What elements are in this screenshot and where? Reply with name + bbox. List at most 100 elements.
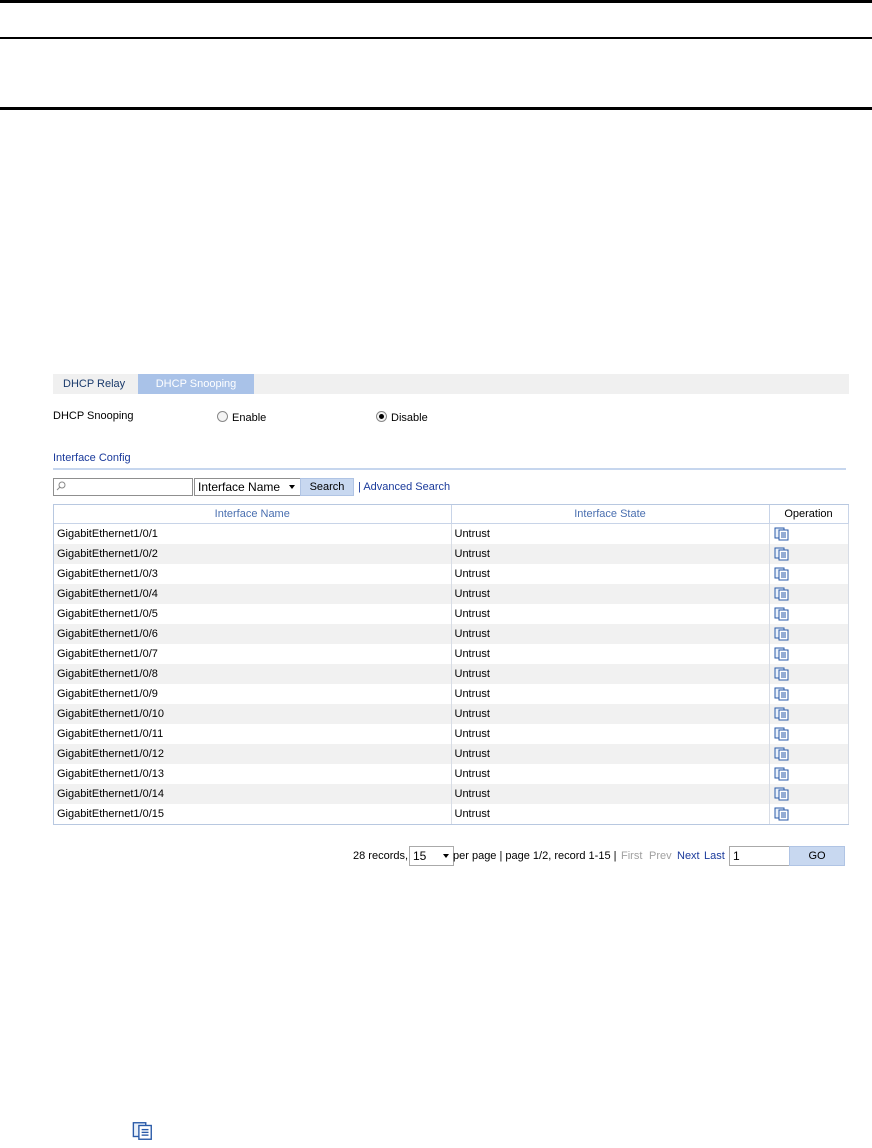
per-page-value: 15 bbox=[413, 849, 427, 863]
interface-name-cell: GigabitEthernet1/0/14 bbox=[54, 784, 452, 804]
table-body: GigabitEthernet1/0/1 Untrust GigabitEthern… bbox=[54, 523, 849, 824]
table-row: GigabitEthernet1/0/13 Untrust bbox=[54, 764, 849, 784]
search-button[interactable]: Search bbox=[300, 478, 354, 496]
column-header-interface-state[interactable]: Interface State bbox=[451, 505, 770, 524]
interface-name-cell: GigabitEthernet1/0/11 bbox=[54, 724, 452, 744]
interface-state-cell: Untrust bbox=[451, 544, 770, 564]
modify-icon[interactable] bbox=[774, 647, 790, 661]
snooping-label: DHCP Snooping bbox=[53, 410, 134, 422]
operation-cell bbox=[769, 764, 849, 784]
interface-name-cell: GigabitEthernet1/0/9 bbox=[54, 684, 452, 704]
search-field-value: Interface Name bbox=[198, 480, 281, 494]
modify-icon[interactable] bbox=[774, 807, 790, 821]
page-info: per page | page 1/2, record 1-15 | bbox=[453, 850, 617, 862]
disable-label: Disable bbox=[391, 412, 428, 424]
modify-icon[interactable] bbox=[774, 527, 790, 541]
interface-state-cell: Untrust bbox=[451, 624, 770, 644]
modify-icon[interactable] bbox=[774, 607, 790, 621]
modify-icon[interactable] bbox=[774, 707, 790, 721]
interface-state-cell: Untrust bbox=[451, 804, 770, 824]
magnifier-icon bbox=[56, 481, 66, 491]
modify-icon[interactable] bbox=[774, 727, 790, 741]
disable-radio[interactable] bbox=[376, 411, 387, 422]
section-interface-config: Interface Config bbox=[53, 452, 846, 470]
operation-cell bbox=[769, 744, 849, 764]
next-page-link[interactable]: Next bbox=[677, 850, 700, 862]
disable-option[interactable]: Disable bbox=[376, 411, 428, 424]
last-page-link[interactable]: Last bbox=[704, 850, 725, 862]
interface-name-cell: GigabitEthernet1/0/4 bbox=[54, 584, 452, 604]
chevron-down-icon bbox=[289, 485, 295, 489]
interface-state-cell: Untrust bbox=[451, 684, 770, 704]
section-title: Interface Config bbox=[53, 452, 131, 464]
table-row: GigabitEthernet1/0/11 Untrust bbox=[54, 724, 849, 744]
go-button[interactable]: GO bbox=[789, 846, 845, 866]
prev-page-link[interactable]: Prev bbox=[649, 850, 672, 862]
table-row: GigabitEthernet1/0/8 Untrust bbox=[54, 664, 849, 684]
interface-name-cell: GigabitEthernet1/0/8 bbox=[54, 664, 452, 684]
top-rule bbox=[0, 0, 872, 3]
modify-icon[interactable] bbox=[774, 767, 790, 781]
search-input[interactable] bbox=[53, 478, 193, 496]
interface-state-cell: Untrust bbox=[451, 764, 770, 784]
table-row: GigabitEthernet1/0/3 Untrust bbox=[54, 564, 849, 584]
column-header-interface-name[interactable]: Interface Name bbox=[54, 505, 452, 524]
interface-state-cell: Untrust bbox=[451, 704, 770, 724]
modify-icon[interactable] bbox=[774, 627, 790, 641]
enable-option[interactable]: Enable bbox=[217, 411, 266, 424]
modify-icon[interactable] bbox=[774, 547, 790, 561]
advanced-search-link[interactable]: | Advanced Search bbox=[358, 481, 450, 493]
modify-icon[interactable] bbox=[774, 787, 790, 801]
table-row: GigabitEthernet1/0/7 Untrust bbox=[54, 644, 849, 664]
interface-name-cell: GigabitEthernet1/0/10 bbox=[54, 704, 452, 724]
table-row: GigabitEthernet1/0/6 Untrust bbox=[54, 624, 849, 644]
tab-dhcp-snooping[interactable]: DHCP Snooping bbox=[138, 374, 254, 394]
table-row: GigabitEthernet1/0/1 Untrust bbox=[54, 523, 849, 544]
dhcp-config-panel: DHCP Relay DHCP Snooping DHCP Snooping E… bbox=[53, 374, 849, 866]
page-number-input[interactable]: 1 bbox=[729, 846, 790, 866]
interface-state-cell: Untrust bbox=[451, 604, 770, 624]
interface-state-cell: Untrust bbox=[451, 564, 770, 584]
tab-dhcp-relay[interactable]: DHCP Relay bbox=[53, 374, 138, 394]
enable-label: Enable bbox=[232, 412, 267, 424]
table-row: GigabitEthernet1/0/2 Untrust bbox=[54, 544, 849, 564]
table-row: GigabitEthernet1/0/10 Untrust bbox=[54, 704, 849, 724]
interface-state-cell: Untrust bbox=[451, 664, 770, 684]
modify-icon[interactable] bbox=[774, 747, 790, 761]
table-row: GigabitEthernet1/0/15 Untrust bbox=[54, 804, 849, 824]
search-field-select[interactable]: Interface Name bbox=[194, 478, 301, 496]
table-row: GigabitEthernet1/0/9 Untrust bbox=[54, 684, 849, 704]
modify-icon[interactable] bbox=[774, 587, 790, 601]
interface-state-cell: Untrust bbox=[451, 523, 770, 544]
enable-radio[interactable] bbox=[217, 411, 228, 422]
modify-icon bbox=[132, 1122, 152, 1140]
interface-state-cell: Untrust bbox=[451, 584, 770, 604]
table-row: GigabitEthernet1/0/5 Untrust bbox=[54, 604, 849, 624]
table-row: GigabitEthernet1/0/12 Untrust bbox=[54, 744, 849, 764]
interface-name-cell: GigabitEthernet1/0/12 bbox=[54, 744, 452, 764]
operation-cell bbox=[769, 624, 849, 644]
snooping-option-row: DHCP Snooping Enable Disable bbox=[53, 410, 849, 426]
interface-name-cell: GigabitEthernet1/0/5 bbox=[54, 604, 452, 624]
modify-icon[interactable] bbox=[774, 667, 790, 681]
operation-cell bbox=[769, 804, 849, 824]
per-page-select[interactable]: 15 bbox=[409, 846, 454, 866]
operation-cell bbox=[769, 544, 849, 564]
search-bar: Interface Name Search | Advanced Search bbox=[53, 478, 849, 496]
interface-name-cell: GigabitEthernet1/0/7 bbox=[54, 644, 452, 664]
modify-icon[interactable] bbox=[774, 567, 790, 581]
modify-icon[interactable] bbox=[774, 687, 790, 701]
pagination-bar: 28 records, 15 per page | page 1/2, reco… bbox=[53, 846, 849, 866]
interface-name-cell: GigabitEthernet1/0/3 bbox=[54, 564, 452, 584]
operation-cell bbox=[769, 684, 849, 704]
operation-cell bbox=[769, 664, 849, 684]
first-page-link[interactable]: First bbox=[621, 850, 642, 862]
operation-cell bbox=[769, 644, 849, 664]
operation-cell bbox=[769, 704, 849, 724]
operation-cell bbox=[769, 584, 849, 604]
header-rule-lower bbox=[0, 107, 872, 110]
interface-table: Interface Name Interface State Operation… bbox=[53, 504, 849, 825]
records-count: 28 records, bbox=[353, 850, 409, 862]
interface-state-cell: Untrust bbox=[451, 744, 770, 764]
interface-name-cell: GigabitEthernet1/0/15 bbox=[54, 804, 452, 824]
